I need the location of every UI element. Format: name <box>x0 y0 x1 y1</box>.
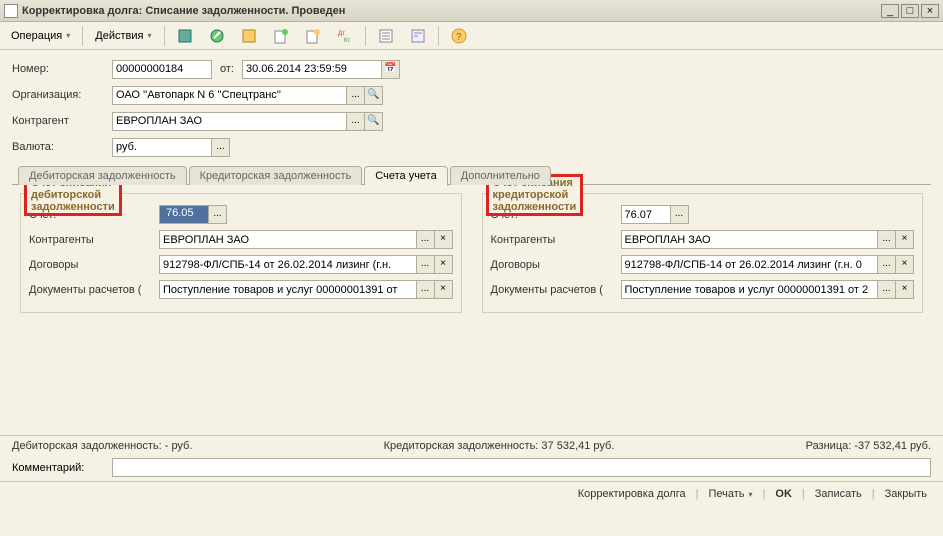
toolbar-btn-list[interactable] <box>371 25 401 47</box>
tabs: Дебиторская задолженность Кредиторская з… <box>12 166 931 185</box>
debit-docs-label: Документы расчетов ( <box>29 284 159 296</box>
org-field[interactable] <box>112 86 347 105</box>
from-label: от: <box>212 63 242 75</box>
currency-field[interactable] <box>112 138 212 157</box>
print-button[interactable]: Печать <box>704 486 756 502</box>
titlebar: Корректировка долга: Списание задолженно… <box>0 0 943 22</box>
debit-contract-label: Договоры <box>29 259 159 271</box>
svg-text:Кт: Кт <box>344 38 350 44</box>
org-search-button[interactable]: 🔍 <box>365 86 383 105</box>
number-field[interactable] <box>112 60 212 79</box>
counter-search-button[interactable]: 🔍 <box>365 112 383 131</box>
credit-account-field[interactable] <box>621 205 671 224</box>
credit-contract-label: Договоры <box>491 259 621 271</box>
tab-credit[interactable]: Кредиторская задолженность <box>189 166 363 185</box>
credit-docs-select[interactable]: ... <box>878 280 896 299</box>
tab-panel-accounts: Счет списания дебиторской задолженности … <box>12 185 931 435</box>
number-label: Номер: <box>12 63 112 75</box>
comment-label: Комментарий: <box>12 462 112 474</box>
toolbar-btn-form[interactable] <box>403 25 433 47</box>
debit-contract-clear[interactable]: × <box>435 255 453 274</box>
toolbar-btn-help[interactable]: ? <box>444 25 474 47</box>
tab-accounts[interactable]: Счета учета <box>364 166 447 186</box>
credit-counter-clear[interactable]: × <box>896 230 914 249</box>
date-field[interactable] <box>242 60 382 79</box>
debit-counter-select[interactable]: ... <box>417 230 435 249</box>
status-credit: Кредиторская задолженность: 37 532,41 ру… <box>384 440 615 452</box>
toolbar-btn-5[interactable] <box>298 25 328 47</box>
actions-menu[interactable]: Действия <box>88 27 158 45</box>
debit-counter-label: Контрагенты <box>29 234 159 246</box>
toolbar: Операция Действия ДтКт ? <box>0 22 943 50</box>
currency-label: Валюта: <box>12 141 112 153</box>
toolbar-btn-2[interactable] <box>202 25 232 47</box>
currency-select-button[interactable]: ... <box>212 138 230 157</box>
minimize-button[interactable]: _ <box>881 4 899 18</box>
credit-counter-field[interactable] <box>621 230 879 249</box>
close-window-button[interactable]: Закрыть <box>881 486 931 502</box>
debit-docs-select[interactable]: ... <box>417 280 435 299</box>
credit-fieldset: Счет списания кредиторской задолженности… <box>482 193 924 313</box>
operation-menu[interactable]: Операция <box>4 27 77 45</box>
calendar-button[interactable]: 📅 <box>382 60 400 79</box>
credit-contract-select[interactable]: ... <box>878 255 896 274</box>
toolbar-btn-4[interactable] <box>266 25 296 47</box>
svg-text:Дт: Дт <box>338 31 345 37</box>
debit-contract-field[interactable] <box>159 255 417 274</box>
counter-label: Контрагент <box>12 115 112 127</box>
credit-account-select[interactable]: ... <box>671 205 689 224</box>
debit-docs-clear[interactable]: × <box>435 280 453 299</box>
toolbar-btn-3[interactable] <box>234 25 264 47</box>
debit-counter-clear[interactable]: × <box>435 230 453 249</box>
org-label: Организация: <box>12 89 112 101</box>
org-select-button[interactable]: ... <box>347 86 365 105</box>
credit-contract-field[interactable] <box>621 255 879 274</box>
credit-counter-select[interactable]: ... <box>878 230 896 249</box>
counter-select-button[interactable]: ... <box>347 112 365 131</box>
document-icon <box>4 4 18 18</box>
bottom-buttons: Корректировка долга | Печать | OK | Запи… <box>0 481 943 506</box>
counter-field[interactable] <box>112 112 347 131</box>
tab-debit[interactable]: Дебиторская задолженность <box>18 166 187 185</box>
debit-contract-select[interactable]: ... <box>417 255 435 274</box>
debit-fieldset: Счет списания дебиторской задолженности … <box>20 193 462 313</box>
maximize-button[interactable]: □ <box>901 4 919 18</box>
debit-counter-field[interactable] <box>159 230 417 249</box>
close-button[interactable]: × <box>921 4 939 18</box>
comment-field[interactable] <box>112 458 931 477</box>
status-bar: Дебиторская задолженность: - руб. Кредит… <box>0 435 943 456</box>
credit-docs-clear[interactable]: × <box>896 280 914 299</box>
debit-account-select[interactable]: ... <box>209 205 227 224</box>
status-debit: Дебиторская задолженность: - руб. <box>12 440 192 452</box>
status-diff: Разница: -37 532,41 руб. <box>806 440 931 452</box>
window-title: Корректировка долга: Списание задолженно… <box>22 5 881 17</box>
svg-text:?: ? <box>456 32 462 43</box>
debit-docs-field[interactable] <box>159 280 417 299</box>
report-button[interactable]: Корректировка долга <box>574 486 690 502</box>
ok-button[interactable]: OK <box>771 486 796 502</box>
credit-contract-clear[interactable]: × <box>896 255 914 274</box>
toolbar-btn-dt-kt[interactable]: ДтКт <box>330 25 360 47</box>
debit-account-field[interactable]: 76.05 <box>159 205 209 224</box>
toolbar-btn-1[interactable] <box>170 25 200 47</box>
credit-counter-label: Контрагенты <box>491 234 621 246</box>
credit-docs-label: Документы расчетов ( <box>491 284 621 296</box>
tab-more[interactable]: Дополнительно <box>450 166 551 185</box>
save-button[interactable]: Записать <box>811 486 866 502</box>
credit-docs-field[interactable] <box>621 280 879 299</box>
